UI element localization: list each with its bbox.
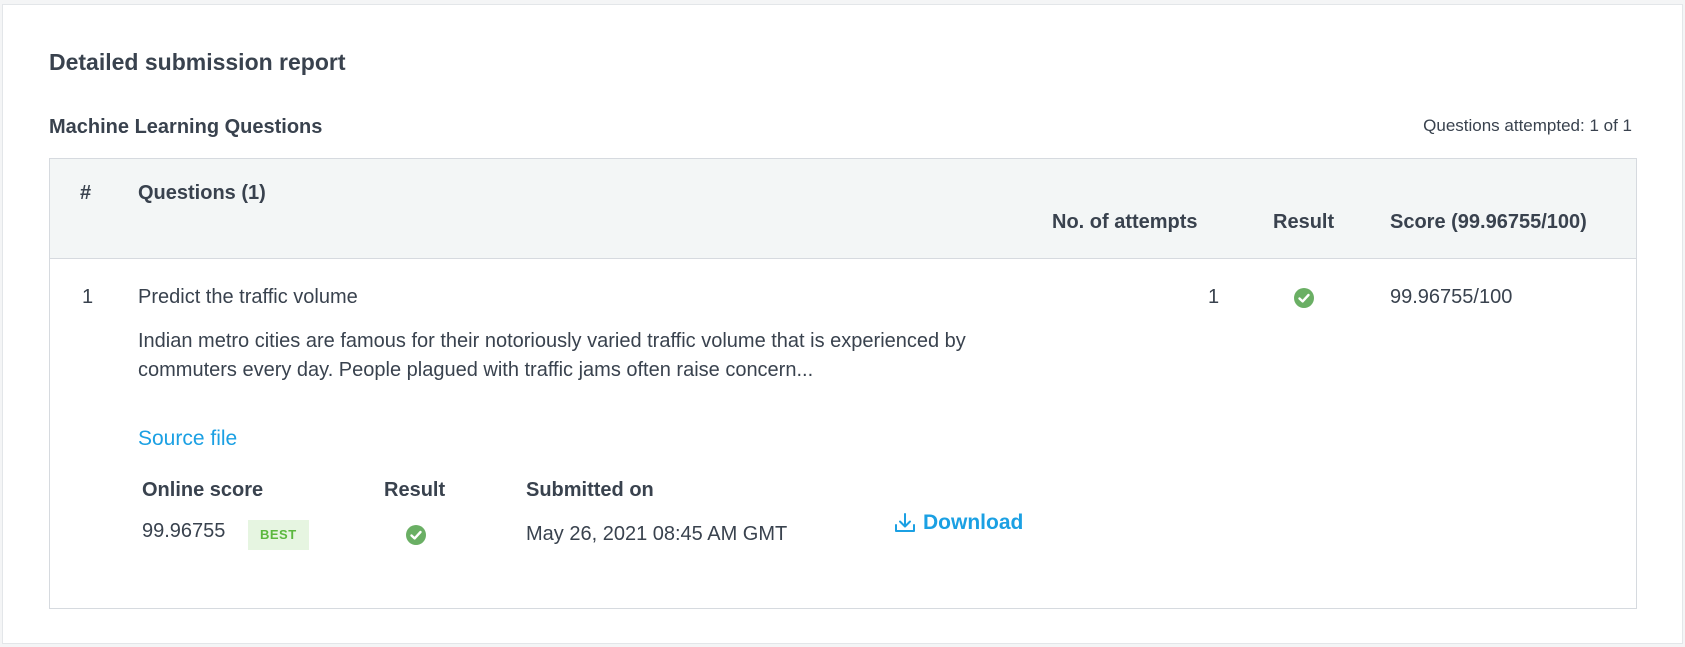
report-title: Detailed submission report [49,49,346,75]
submission-result-header: Result [384,479,446,501]
questions-table: # Questions (1) No. of attempts Result S… [49,158,1637,609]
check-circle-icon [406,525,426,545]
section-title: Machine Learning Questions [49,116,323,138]
submitted-on-header: Submitted on [526,479,654,501]
download-label: Download [923,511,1024,534]
submitted-on-value: May 26, 2021 08:45 AM GMT [526,523,788,545]
question-score: 99.96755/100 [1390,286,1513,308]
submission-report-card: Detailed submission report Machine Learn… [2,4,1683,644]
header-number: # [80,182,92,204]
download-button[interactable]: Download [893,511,1023,535]
download-icon [893,511,917,535]
question-description: Indian metro cities are famous for their… [138,330,966,381]
online-score-header: Online score [142,479,264,501]
source-file-link[interactable]: Source file [138,427,237,451]
best-badge: BEST [248,520,309,550]
check-circle-icon [1294,288,1314,308]
header-result: Result [1273,211,1335,233]
online-score-value: 99.96755 [142,520,226,542]
question-title: Predict the traffic volume [138,286,358,308]
header-questions: Questions (1) [138,182,266,204]
header-attempts: No. of attempts [1052,211,1198,233]
attempts-count: 1 [1208,286,1220,308]
row-number: 1 [82,286,94,308]
questions-attempted-count: Questions attempted: 1 of 1 [1423,116,1632,135]
header-score: Score (99.96755/100) [1390,211,1587,233]
table-header: # Questions (1) No. of attempts Result S… [50,159,1636,259]
